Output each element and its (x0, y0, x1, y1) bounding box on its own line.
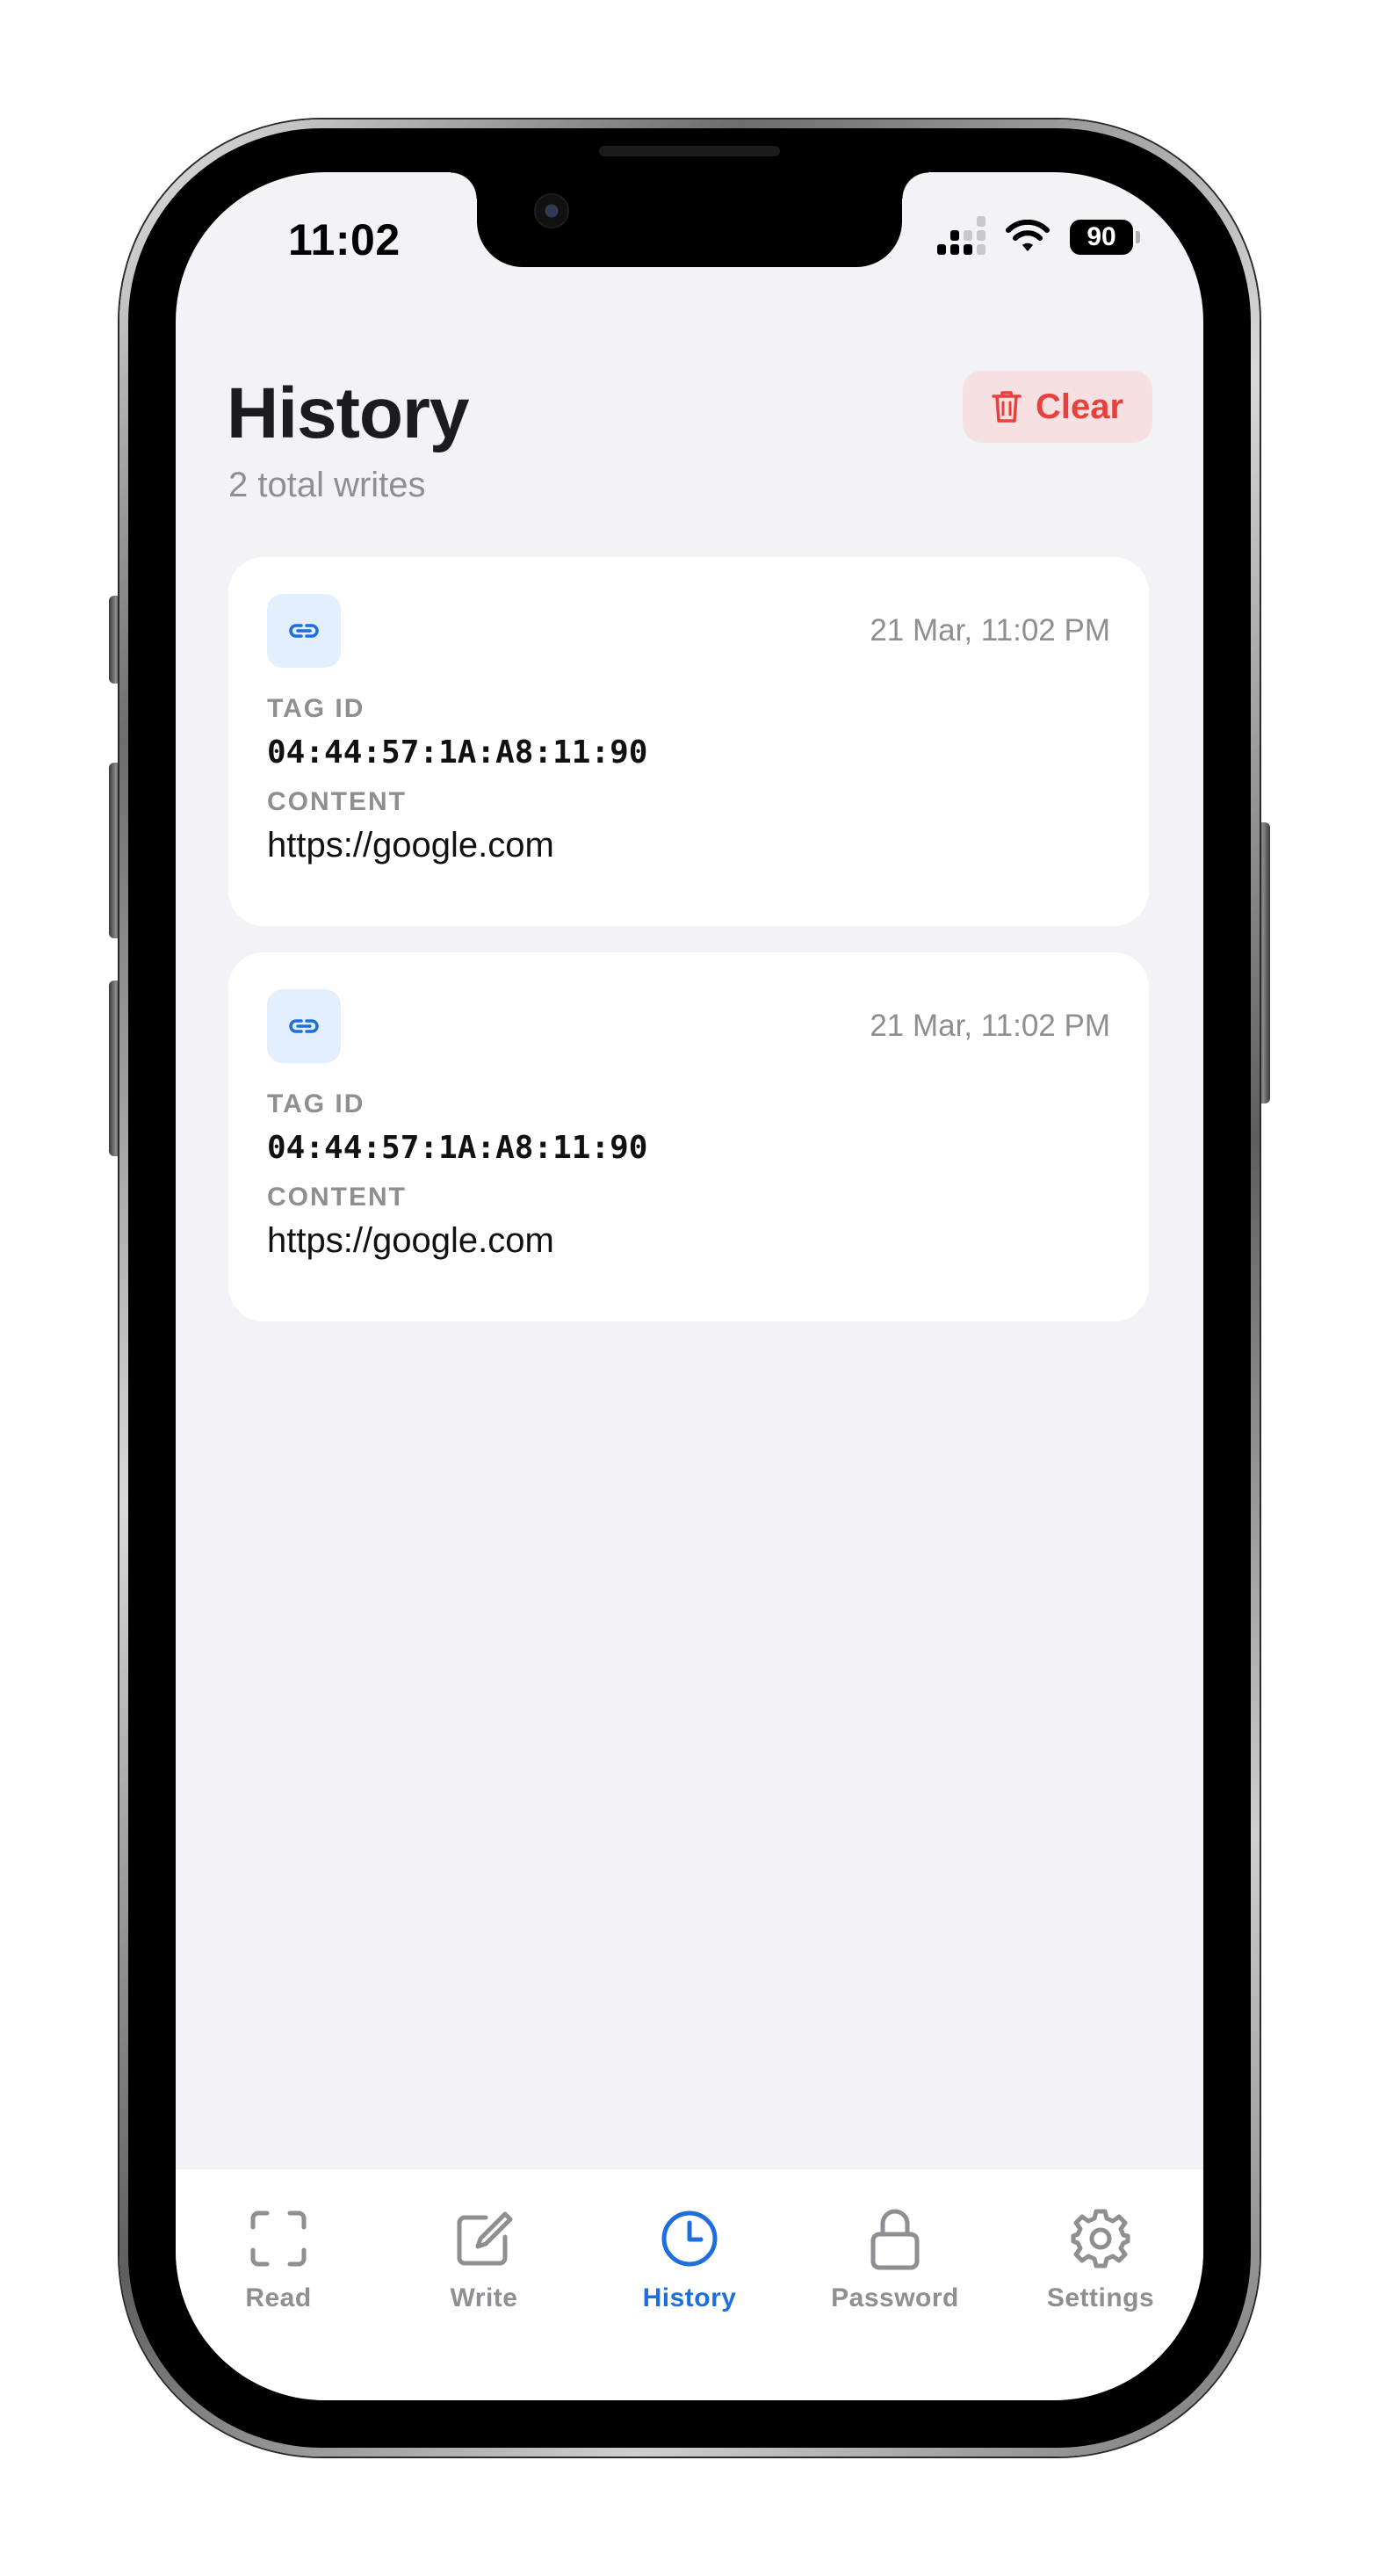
entry-type-badge (267, 989, 341, 1063)
tab-settings[interactable]: Settings (998, 2204, 1203, 2319)
status-time: 11:02 (288, 215, 401, 264)
link-icon (289, 624, 319, 638)
tab-label: Settings (1046, 2283, 1155, 2312)
earpiece-speaker (599, 146, 780, 156)
tag-id-label: TAG ID (267, 694, 365, 723)
clock-icon (661, 2204, 718, 2273)
scan-icon (249, 2204, 307, 2273)
clear-history-button[interactable]: Clear (963, 371, 1152, 443)
front-camera (534, 193, 569, 228)
tab-label: History (642, 2283, 737, 2312)
tab-label: Write (450, 2283, 518, 2312)
page-title: History (227, 373, 470, 453)
entry-date: 21 Mar, 11:02 PM (870, 613, 1110, 648)
tab-bar: Read Write History Password Settings (176, 2168, 1203, 2400)
tab-history[interactable]: History (587, 2204, 792, 2319)
tab-label: Read (245, 2283, 312, 2312)
entry-date: 21 Mar, 11:02 PM (870, 1009, 1110, 1043)
cellular-signal-icon (937, 216, 986, 255)
history-entry[interactable]: 21 Mar, 11:02 PM TAG ID 04:44:57:1A:A8:1… (228, 952, 1149, 1321)
content-label: CONTENT (267, 1183, 407, 1212)
gear-icon (1070, 2204, 1131, 2273)
battery-icon: 90 (1070, 220, 1140, 255)
tab-write[interactable]: Write (381, 2204, 587, 2319)
edit-icon (454, 2204, 514, 2273)
history-entry[interactable]: 21 Mar, 11:02 PM TAG ID 04:44:57:1A:A8:1… (228, 557, 1149, 926)
writes-count: 2 total writes (228, 466, 426, 504)
wifi-icon (1006, 220, 1050, 251)
tag-id-value: 04:44:57:1A:A8:11:90 (267, 734, 648, 771)
entry-type-badge (267, 594, 341, 668)
notch (451, 172, 928, 267)
clear-button-label: Clear (1035, 387, 1124, 426)
tab-label: Password (831, 2283, 959, 2312)
content-value: https://google.com (267, 826, 554, 865)
lock-icon (869, 2204, 921, 2273)
battery-level: 90 (1087, 222, 1116, 251)
tag-id-label: TAG ID (267, 1089, 365, 1118)
content-label: CONTENT (267, 787, 407, 816)
content-value: https://google.com (267, 1221, 554, 1260)
app-screen: 11:02 90 History 2 total writes Clear 21… (176, 172, 1203, 2400)
tab-password[interactable]: Password (792, 2204, 998, 2319)
tag-id-value: 04:44:57:1A:A8:11:90 (267, 1130, 648, 1166)
trash-icon (992, 391, 1022, 423)
tab-read[interactable]: Read (176, 2204, 381, 2319)
link-icon (289, 1019, 319, 1033)
status-icons: 90 (937, 216, 1140, 255)
